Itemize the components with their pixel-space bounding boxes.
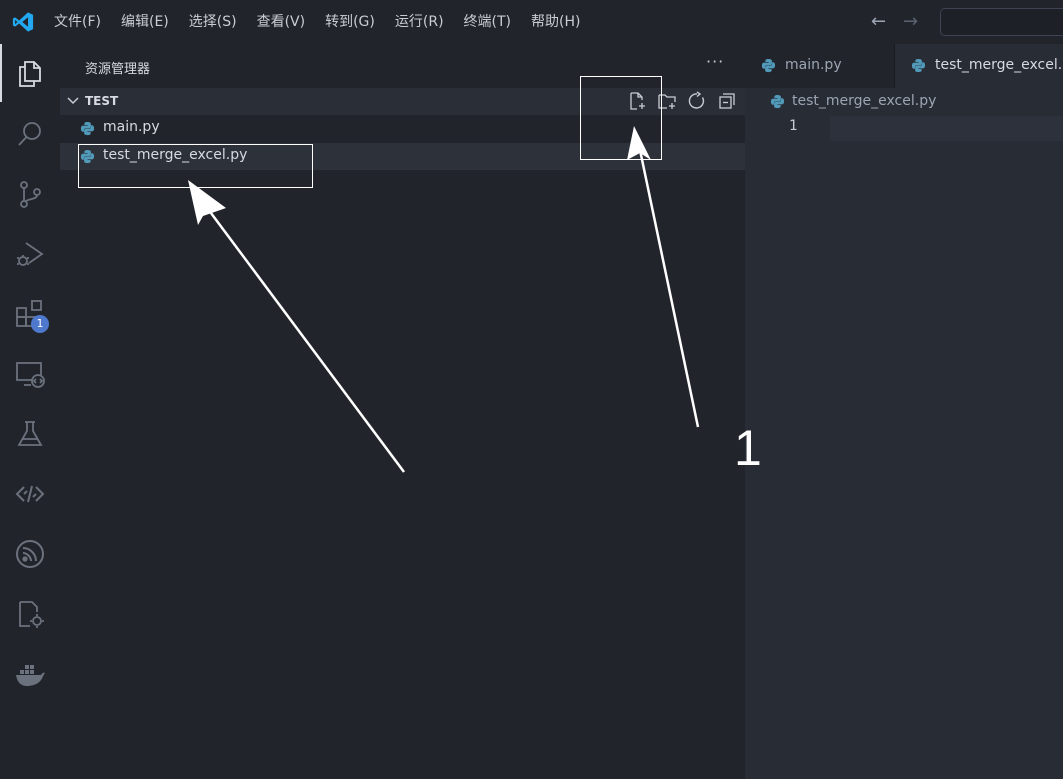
breadcrumb[interactable]: test_merge_excel.py	[745, 88, 1063, 116]
menu-go[interactable]: 转到(G)	[315, 0, 385, 44]
source-control-icon[interactable]	[14, 178, 46, 210]
menu-edit[interactable]: 编辑(E)	[111, 0, 179, 44]
tab-main-py[interactable]: main.py	[745, 44, 895, 88]
device-settings-icon[interactable]	[14, 598, 46, 630]
breadcrumb-file: test_merge_excel.py	[792, 93, 937, 109]
active-view-indicator	[0, 44, 2, 102]
menu-selection[interactable]: 选择(S)	[179, 0, 247, 44]
current-line-highlight[interactable]	[830, 116, 1063, 141]
activity-bar: 1	[0, 44, 60, 779]
api-icon[interactable]	[14, 478, 46, 510]
tab-label: main.py	[785, 57, 842, 73]
docker-icon[interactable]	[14, 658, 46, 690]
editor-tabs: main.py test_merge_excel.p	[745, 44, 1063, 88]
remote-explorer-icon[interactable]	[14, 358, 46, 390]
python-file-icon	[80, 121, 95, 136]
annotation-number: 1	[734, 420, 762, 476]
menu-bar: 文件(F) 编辑(E) 选择(S) 查看(V) 转到(G) 运行(R) 终端(T…	[44, 0, 590, 44]
python-file-icon	[911, 58, 926, 73]
extensions-badge: 1	[31, 315, 49, 333]
forward-arrow-icon[interactable]: →	[903, 10, 918, 34]
menu-view[interactable]: 查看(V)	[247, 0, 316, 44]
annotation-box-new-file	[580, 76, 662, 160]
tab-label: test_merge_excel.p	[935, 57, 1063, 73]
tab-test-merge-excel-py[interactable]: test_merge_excel.p	[895, 44, 1063, 88]
vscode-logo-icon	[12, 12, 34, 32]
menu-help[interactable]: 帮助(H)	[521, 0, 590, 44]
explorer-icon[interactable]	[14, 57, 46, 89]
menu-run[interactable]: 运行(R)	[385, 0, 454, 44]
collapse-all-icon[interactable]	[717, 91, 737, 111]
back-arrow-icon[interactable]: ←	[871, 10, 886, 34]
title-bar: 文件(F) 编辑(E) 选择(S) 查看(V) 转到(G) 运行(R) 终端(T…	[0, 0, 1063, 44]
testing-icon[interactable]	[14, 418, 46, 450]
run-debug-icon[interactable]	[14, 238, 46, 270]
search-icon[interactable]	[14, 118, 46, 150]
sidebar-title: 资源管理器	[85, 62, 151, 77]
menu-file[interactable]: 文件(F)	[44, 0, 111, 44]
refresh-icon[interactable]	[687, 91, 707, 111]
more-actions-icon[interactable]: ···	[706, 52, 724, 71]
command-center-search[interactable]	[940, 8, 1063, 36]
file-name: main.py	[103, 119, 160, 135]
editor-area: main.py test_merge_excel.p test_merge_ex…	[745, 44, 1063, 779]
chevron-down-icon	[67, 97, 79, 105]
menu-terminal[interactable]: 终端(T)	[454, 0, 521, 44]
annotation-box-file	[78, 144, 313, 188]
esp-idf-icon[interactable]	[14, 538, 46, 570]
python-file-icon	[770, 94, 785, 109]
python-file-icon	[761, 58, 776, 73]
folder-name: TEST	[85, 94, 119, 108]
line-number: 1	[789, 118, 798, 134]
